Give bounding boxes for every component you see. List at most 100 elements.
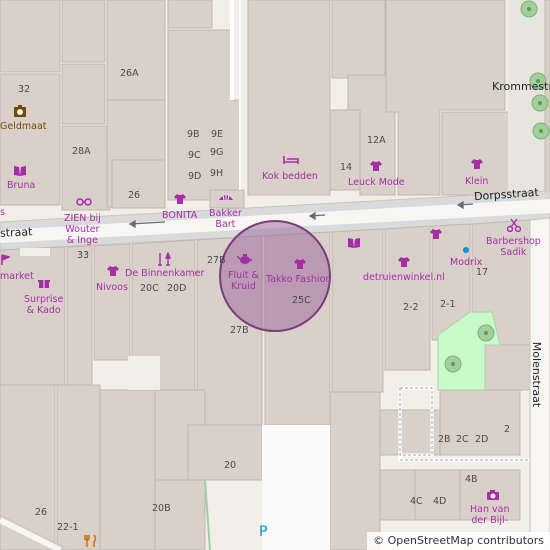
poi-label-nivoos[interactable]: Nivoos <box>96 282 128 293</box>
poi-label-line: Han van <box>470 504 510 515</box>
poi-label-surprise[interactable]: Surprise & Kado <box>24 294 63 316</box>
poi-label-klein[interactable]: Klein <box>465 176 488 187</box>
teapot-icon[interactable] <box>237 253 253 265</box>
house-number: 2-1 <box>440 299 456 310</box>
poi-label-line: Fluit & <box>228 270 259 281</box>
house-number: 9G <box>210 147 224 158</box>
house-number: 27B <box>230 325 249 336</box>
house-number: 17 <box>476 267 489 278</box>
building <box>0 0 61 73</box>
poi-label-leuck-mode[interactable]: Leuck Mode <box>348 177 405 188</box>
poi-label-line: Bakker <box>209 208 242 219</box>
poi-label-line: & Kado <box>26 305 61 316</box>
scissors-icon[interactable] <box>507 218 521 232</box>
house-number: 2 <box>504 424 511 435</box>
poi-label-line: der Bijl- <box>471 515 509 526</box>
poi-label-detruienwinkel[interactable]: detruienwinkel.nl <box>363 272 445 283</box>
building <box>414 469 461 521</box>
poi-label-line: Bart <box>215 219 236 230</box>
bakery-icon[interactable] <box>218 192 234 202</box>
poi-label-han-van-der-bijl[interactable]: Han van der Bijl- <box>470 504 509 526</box>
poi-label-geldmaat[interactable]: Geldmaat <box>0 121 47 132</box>
house-number: 26A <box>120 68 139 79</box>
shirt-icon[interactable] <box>369 160 383 172</box>
shirt-icon[interactable] <box>429 228 443 240</box>
poi-label-modrix[interactable]: Modrix <box>450 257 482 268</box>
shirt-icon[interactable] <box>106 265 120 277</box>
building <box>187 424 263 481</box>
restaurant-icon[interactable] <box>84 534 98 548</box>
flag-icon[interactable] <box>0 254 10 266</box>
map-canvas[interactable]: Dorpsstraat straat Molenstraat Krommestr… <box>0 0 550 550</box>
poi-label-market[interactable]: market <box>0 271 34 282</box>
gift-icon[interactable] <box>38 277 50 289</box>
building <box>329 391 381 550</box>
poi-label-line: Sadik <box>500 247 527 258</box>
house-number: 20 <box>224 460 237 471</box>
book-icon[interactable] <box>13 165 27 177</box>
poi-label-kok-bedden[interactable]: Kok bedden <box>262 171 318 182</box>
poi-label-zien[interactable]: ZIEN bij Wouter & Inge <box>64 213 101 246</box>
building <box>106 0 166 101</box>
building <box>384 225 431 371</box>
house-number: 9E <box>211 129 224 140</box>
building <box>247 0 331 196</box>
house-number: 28A <box>72 146 91 157</box>
bank-icon[interactable] <box>13 105 27 119</box>
house-number: 2C <box>456 434 469 445</box>
poi-label-line: Surprise <box>24 294 64 305</box>
house-number: 25C <box>292 295 311 306</box>
house-number: 27B <box>207 255 226 266</box>
street-label-krommestraat: Krommestr <box>492 80 550 93</box>
house-number: 33 <box>77 250 90 261</box>
parking-icon[interactable]: P <box>259 525 267 539</box>
house-number: 20B <box>152 503 171 514</box>
building <box>61 0 106 63</box>
house-number: 4B <box>465 474 478 485</box>
house-number: 4D <box>433 496 447 507</box>
building <box>439 389 521 456</box>
building <box>484 344 531 391</box>
building <box>61 63 106 125</box>
building <box>331 0 386 79</box>
bed-icon[interactable] <box>283 155 299 165</box>
building <box>167 0 213 29</box>
poi-label-fluit-kruid[interactable]: Fluit & Kruid <box>228 270 259 292</box>
house-number: 32 <box>18 84 31 95</box>
poi-label-barbershop-sadik[interactable]: Barbershop Sadik <box>486 236 541 258</box>
building <box>93 243 131 361</box>
building <box>99 389 156 550</box>
house-number: 26 <box>35 507 48 518</box>
attribution[interactable]: © OpenStreetMap contributors <box>367 532 550 550</box>
poi-label-line: Barbershop <box>486 236 541 247</box>
shirt-icon[interactable] <box>470 158 484 170</box>
poi-label-bonita[interactable]: BONITA <box>162 210 197 221</box>
house-number: 4C <box>410 496 423 507</box>
poi-label-s[interactable]: s <box>0 207 5 218</box>
poi-label-bruna[interactable]: Bruna <box>7 180 35 191</box>
house-number: 14 <box>340 162 353 173</box>
house-number: 9B <box>187 129 200 140</box>
house-number: 22-1 <box>57 522 79 533</box>
book-icon[interactable] <box>347 237 361 249</box>
house-number: 12A <box>367 135 386 146</box>
camera-icon[interactable] <box>486 489 500 501</box>
shirt-icon[interactable] <box>173 193 187 205</box>
interior-decoration-icon[interactable] <box>157 252 171 266</box>
glasses-icon[interactable] <box>76 198 92 206</box>
bus-stop-dot-icon[interactable] <box>462 246 470 254</box>
house-number: 2D <box>475 434 489 445</box>
house-number: 9H <box>210 168 224 179</box>
house-number: 9C <box>188 150 201 161</box>
building <box>0 246 66 386</box>
poi-label-bakker[interactable]: Bakker Bart <box>209 208 242 230</box>
building <box>154 479 206 550</box>
poi-label-takko-fashion[interactable]: Takko Fashion <box>266 274 331 285</box>
building <box>167 29 241 201</box>
house-number: 26 <box>128 190 141 201</box>
shirt-icon[interactable] <box>293 258 307 270</box>
house-number: 2-2 <box>403 302 419 313</box>
poi-label-de-binnenkamer[interactable]: De Binnenkamer <box>125 268 204 279</box>
house-number: 20D <box>167 283 187 294</box>
shirt-icon[interactable] <box>397 256 411 268</box>
